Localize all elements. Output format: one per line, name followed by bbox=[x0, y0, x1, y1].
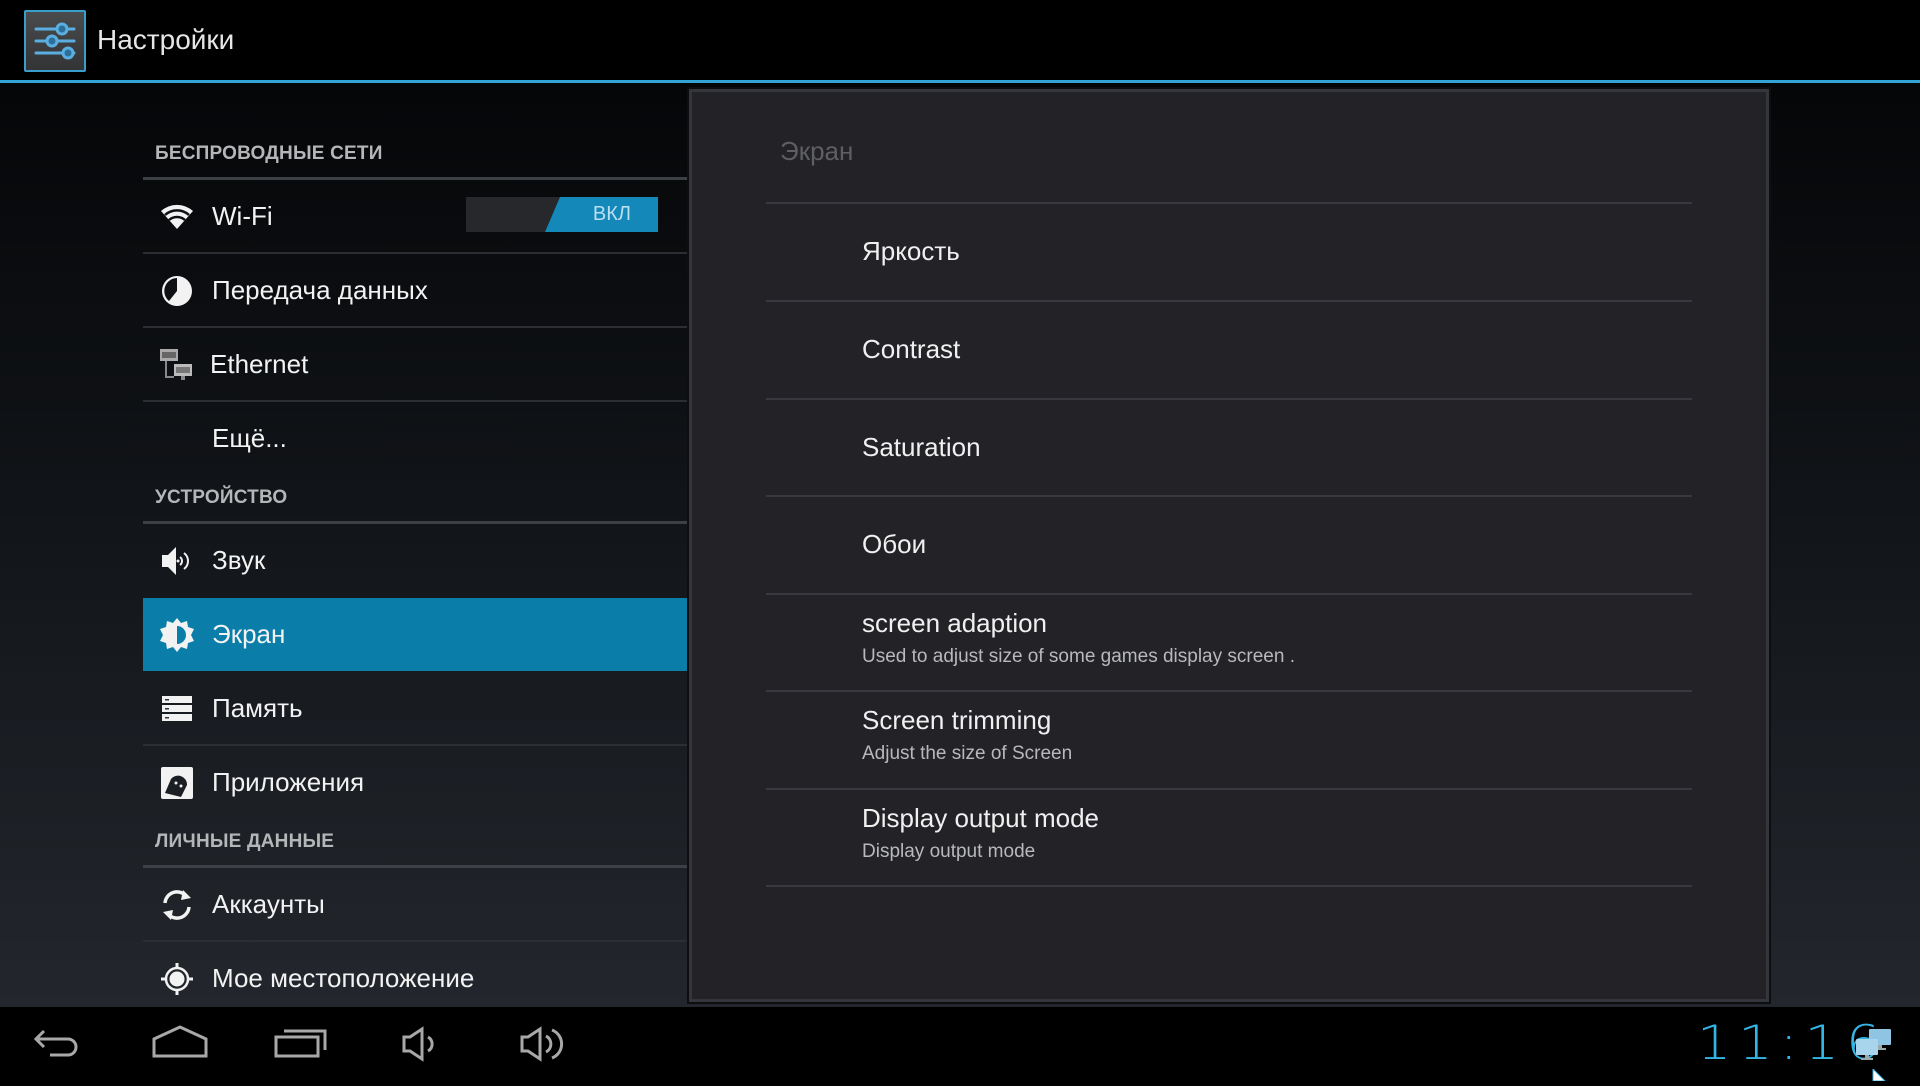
sidebar-item-label: Ещё... bbox=[212, 423, 287, 453]
pref-screen-trimming[interactable]: Screen trimming Adjust the size of Scree… bbox=[766, 692, 1692, 788]
pref-contrast[interactable]: Contrast bbox=[766, 302, 1692, 398]
sidebar-item-apps[interactable]: Приложения bbox=[143, 746, 688, 819]
section-header-personal: ЛИЧНЫЕ ДАННЫЕ bbox=[155, 831, 335, 852]
mouse-pointer-icon bbox=[1872, 1067, 1887, 1082]
panel-title: Экран bbox=[780, 136, 854, 166]
sidebar-item-ethernet[interactable]: Ethernet bbox=[143, 328, 688, 402]
pref-display-output-mode[interactable]: Display output mode Display output mode bbox=[766, 790, 1692, 886]
sidebar-item-label: Передача данных bbox=[212, 275, 428, 305]
pref-brightness[interactable]: Яркость bbox=[766, 204, 1692, 300]
settings-sliders-icon[interactable] bbox=[24, 10, 86, 72]
wifi-icon bbox=[159, 199, 195, 235]
wifi-toggle-switch[interactable]: ВКЛ bbox=[466, 197, 658, 232]
sidebar-item-display[interactable]: Экран bbox=[143, 598, 688, 671]
sidebar-item-wifi[interactable]: Wi-Fi ВКЛ bbox=[143, 180, 688, 254]
network-connected-icon[interactable] bbox=[1854, 1027, 1894, 1063]
pref-summary: Adjust the size of Screen bbox=[862, 743, 1073, 764]
settings-content: БЕСПРОВОДНЫЕ СЕТИ Wi-Fi ВКЛ Передача дан… bbox=[0, 83, 1920, 1007]
sidebar-item-label: Экран bbox=[212, 619, 286, 649]
recent-apps-icon[interactable] bbox=[272, 1019, 332, 1069]
pref-summary: Display output mode bbox=[862, 841, 1036, 862]
pref-screen-adaption[interactable]: screen adaption Used to adjust size of s… bbox=[766, 595, 1692, 691]
app-title: Настройки bbox=[97, 24, 235, 55]
action-bar: Настройки bbox=[0, 0, 1920, 83]
pref-title: Saturation bbox=[862, 432, 981, 462]
sidebar-item-label: Wi-Fi bbox=[212, 201, 273, 231]
volume-up-icon[interactable] bbox=[518, 1019, 578, 1069]
display-brightness-icon bbox=[159, 617, 195, 653]
pref-title: screen adaption bbox=[862, 608, 1048, 638]
pref-saturation[interactable]: Saturation bbox=[766, 400, 1692, 496]
sidebar-item-label: Аккаунты bbox=[212, 889, 325, 919]
sidebar-item-accounts[interactable]: Аккаунты bbox=[143, 868, 688, 942]
pref-divider bbox=[766, 885, 1692, 887]
sidebar-item-label: Мое местоположение bbox=[212, 963, 475, 993]
settings-headers-list: БЕСПРОВОДНЫЕ СЕТИ Wi-Fi ВКЛ Передача дан… bbox=[143, 83, 688, 1007]
home-icon[interactable] bbox=[150, 1019, 210, 1069]
pref-summary: Used to adjust size of some games displa… bbox=[862, 646, 1295, 667]
data-usage-icon bbox=[159, 273, 195, 309]
ethernet-icon bbox=[159, 347, 195, 383]
apps-icon bbox=[159, 765, 195, 801]
system-navigation-bar bbox=[0, 1007, 1920, 1080]
section-header-wireless: БЕСПРОВОДНЫЕ СЕТИ bbox=[155, 143, 383, 164]
pref-wallpaper[interactable]: Обои bbox=[766, 497, 1692, 593]
pref-title: Display output mode bbox=[862, 803, 1100, 833]
back-icon[interactable] bbox=[30, 1019, 90, 1069]
sidebar-item-data-usage[interactable]: Передача данных bbox=[143, 254, 688, 328]
section-header-device: УСТРОЙСТВО bbox=[155, 487, 288, 508]
sidebar-item-location[interactable]: Мое местоположение bbox=[143, 942, 688, 1015]
sidebar-item-label: Звук bbox=[212, 545, 266, 575]
sidebar-item-sound[interactable]: Звук bbox=[143, 524, 688, 597]
location-icon bbox=[159, 961, 195, 997]
sync-icon bbox=[159, 887, 195, 923]
sidebar-item-more[interactable]: Ещё... bbox=[143, 402, 688, 475]
sidebar-item-label: Память bbox=[212, 693, 303, 723]
volume-down-icon[interactable] bbox=[398, 1019, 458, 1069]
pref-title: Screen trimming bbox=[862, 705, 1052, 735]
pref-title: Обои bbox=[862, 529, 927, 559]
sidebar-item-label: Ethernet bbox=[210, 349, 309, 379]
toggle-label: ВКЛ bbox=[592, 203, 631, 225]
sound-icon bbox=[159, 543, 195, 579]
sidebar-item-storage[interactable]: Память bbox=[143, 672, 688, 746]
display-settings-panel: Экран Яркость Contrast Saturation Обои s… bbox=[687, 87, 1771, 1004]
pref-title: Contrast bbox=[862, 334, 961, 364]
pref-title: Яркость bbox=[862, 236, 960, 266]
sidebar-item-label: Приложения bbox=[212, 767, 365, 797]
storage-icon bbox=[159, 691, 195, 727]
